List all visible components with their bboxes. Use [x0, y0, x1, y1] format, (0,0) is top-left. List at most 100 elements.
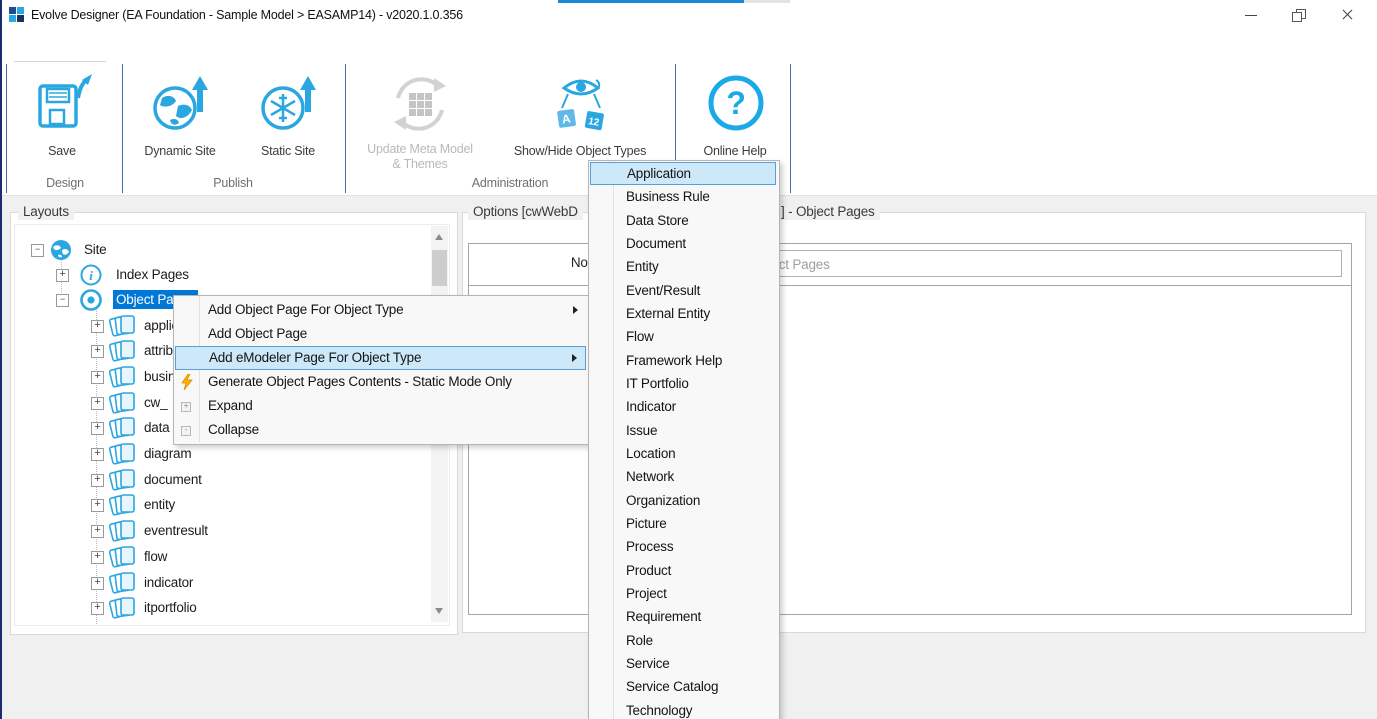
menu-item-add-emodeler-page-for-object-type[interactable]: Add eModeler Page For Object Type — [175, 346, 586, 370]
ribbon-separator — [6, 64, 7, 193]
menu-item-generate-object-pages-contents[interactable]: Generate Object Pages Contents - Static … — [175, 370, 586, 394]
submenu-item-framework-help[interactable]: Framework Help — [590, 349, 776, 372]
close-button[interactable] — [1324, 0, 1370, 30]
expand-expander-icon[interactable] — [91, 448, 104, 461]
publish-group-label: Publish — [173, 176, 293, 190]
submenu-item-service[interactable]: Service — [590, 652, 776, 675]
pages-icon — [109, 365, 137, 392]
submenu-item-indicator[interactable]: Indicator — [590, 395, 776, 418]
info-icon: i — [79, 263, 103, 290]
lightning-icon — [179, 374, 195, 390]
show-hide-object-types-button[interactable]: Show/Hide Object Types — [500, 144, 660, 158]
save-icon[interactable] — [32, 72, 96, 141]
pages-icon — [109, 545, 137, 572]
submenu-item-event-result[interactable]: Event/Result — [590, 279, 776, 302]
tree-item-indicator[interactable]: indicator — [15, 571, 449, 595]
evolve-designer-window: Evolve Designer (EA Foundation - Sample … — [0, 0, 1377, 719]
pages-icon — [109, 391, 137, 418]
pages-icon — [109, 416, 137, 443]
title-bar: Evolve Designer (EA Foundation - Sample … — [0, 0, 1377, 30]
expand-expander-icon[interactable] — [91, 525, 104, 538]
submenu-item-organization[interactable]: Organization — [590, 489, 776, 512]
scroll-down-icon[interactable] — [435, 608, 443, 614]
submenu-item-application[interactable]: Application — [590, 162, 776, 185]
collapse-box-icon — [181, 426, 191, 436]
submenu-item-technology[interactable]: Technology — [590, 699, 776, 719]
submenu-item-external-entity[interactable]: External Entity — [590, 302, 776, 325]
show-hide-object-types-icon[interactable]: A 12 — [548, 72, 614, 141]
ribbon-separator — [345, 64, 346, 193]
expand-expander-icon[interactable] — [91, 320, 104, 333]
scroll-up-icon[interactable] — [435, 234, 443, 240]
menu-item-add-object-page[interactable]: Add Object Page — [175, 322, 586, 346]
submenu-item-business-rule[interactable]: Business Rule — [590, 185, 776, 208]
expand-expander-icon[interactable] — [56, 269, 69, 282]
expand-expander-icon[interactable] — [91, 602, 104, 615]
minimize-button[interactable] — [1228, 0, 1274, 30]
expand-expander-icon[interactable] — [91, 499, 104, 512]
menu-item-expand[interactable]: Expand — [175, 394, 586, 418]
pages-icon — [109, 339, 137, 366]
update-meta-model-button-line2: & Themes — [340, 157, 500, 171]
dynamic-site-icon[interactable] — [148, 72, 214, 141]
scrollbar-thumb[interactable] — [432, 250, 447, 286]
tree-item-itportfolio[interactable]: itportfolio — [15, 596, 449, 620]
submenu-item-location[interactable]: Location — [590, 442, 776, 465]
restore-button[interactable] — [1276, 0, 1322, 30]
expand-expander-icon[interactable] — [91, 422, 104, 435]
object-pages-icon — [79, 288, 103, 315]
pages-icon — [109, 314, 137, 341]
tree-item-flow[interactable]: flow — [15, 545, 449, 569]
submenu-item-it-portfolio[interactable]: IT Portfolio — [590, 372, 776, 395]
submenu-item-flow[interactable]: Flow — [590, 325, 776, 348]
expand-expander-icon[interactable] — [91, 474, 104, 487]
collapse-expander-icon[interactable] — [31, 244, 44, 257]
online-help-button[interactable]: Online Help — [655, 144, 815, 158]
pages-icon — [109, 493, 137, 520]
submenu-item-document[interactable]: Document — [590, 232, 776, 255]
expand-expander-icon[interactable] — [91, 577, 104, 590]
node-name-input[interactable]: Object Pages — [741, 250, 1342, 277]
pages-icon — [109, 571, 137, 598]
tree-item-document[interactable]: document — [15, 468, 449, 492]
update-meta-model-button-line1: Update Meta Model — [340, 142, 500, 156]
menu-item-add-object-page-for-object-type[interactable]: Add Object Page For Object Type — [175, 298, 586, 322]
menu-item-collapse[interactable]: Collapse — [175, 418, 586, 442]
expand-expander-icon[interactable] — [91, 397, 104, 410]
submenu-item-entity[interactable]: Entity — [590, 255, 776, 278]
object-type-submenu: Application Business Rule Data Store Doc… — [588, 160, 780, 719]
tree-item-site[interactable]: Site — [15, 238, 449, 262]
submenu-item-issue[interactable]: Issue — [590, 419, 776, 442]
expand-expander-icon[interactable] — [91, 551, 104, 564]
svg-text:i: i — [89, 268, 93, 283]
tree-item-index-pages[interactable]: i Index Pages — [15, 263, 449, 287]
submenu-item-process[interactable]: Process — [590, 535, 776, 558]
submenu-item-service-catalog[interactable]: Service Catalog — [590, 675, 776, 698]
collapse-expander-icon[interactable] — [56, 294, 69, 307]
expand-expander-icon[interactable] — [91, 345, 104, 358]
static-site-icon[interactable] — [256, 72, 322, 141]
online-help-icon[interactable]: ? — [705, 72, 767, 141]
submenu-item-project[interactable]: Project — [590, 582, 776, 605]
tree-item-entity[interactable]: entity — [15, 493, 449, 517]
submenu-arrow-icon — [572, 354, 577, 362]
tree-item-diagram[interactable]: diagram — [15, 442, 449, 466]
ribbon-separator — [790, 64, 791, 193]
window-left-border — [0, 0, 2, 719]
submenu-item-data-store[interactable]: Data Store — [590, 209, 776, 232]
administration-group-label: Administration — [420, 176, 600, 190]
window-title: Evolve Designer (EA Foundation - Sample … — [31, 0, 463, 30]
expand-expander-icon[interactable] — [91, 371, 104, 384]
ribbon-tab-row: Home Dynamic Deployment Static Deploymen… — [0, 30, 1377, 62]
app-logo-icon — [9, 7, 24, 22]
submenu-item-requirement[interactable]: Requirement — [590, 605, 776, 628]
tree-item-eventresult[interactable]: eventresult — [15, 519, 449, 543]
svg-text:?: ? — [726, 85, 745, 121]
tree-item-clipped — [15, 619, 449, 626]
submenu-item-picture[interactable]: Picture — [590, 512, 776, 535]
submenu-item-network[interactable]: Network — [590, 465, 776, 488]
globe-icon — [49, 238, 73, 265]
submenu-item-role[interactable]: Role — [590, 629, 776, 652]
submenu-item-product[interactable]: Product — [590, 559, 776, 582]
pages-icon — [109, 442, 137, 469]
